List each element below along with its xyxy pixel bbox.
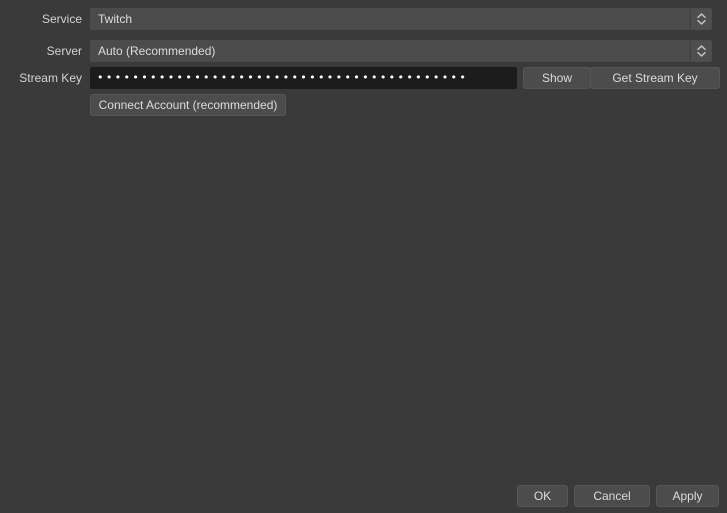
apply-button[interactable]: Apply [656,485,719,507]
ok-button[interactable]: OK [517,485,568,507]
stream-key-row: Stream Key •••••••••••••••••••••••••••••… [0,67,727,89]
stream-key-masked-value: ••••••••••••••••••••••••••••••••••••••••… [97,71,469,84]
stream-key-input[interactable]: ••••••••••••••••••••••••••••••••••••••••… [90,67,517,89]
server-combobox-value: Auto (Recommended) [98,44,216,58]
server-row: Server Auto (Recommended) [0,40,727,62]
server-combobox[interactable]: Auto (Recommended) [90,40,712,62]
service-combobox-value: Twitch [98,12,133,26]
connect-account-button[interactable]: Connect Account (recommended) [90,94,286,116]
chevron-up-down-icon[interactable] [690,9,711,29]
connect-account-row: Connect Account (recommended) [0,94,727,116]
service-combobox[interactable]: Twitch [90,8,712,30]
service-label: Service [41,12,82,26]
stream-key-label: Stream Key [19,71,82,85]
stream-settings-panel: Service Twitch Server Auto (Recommended) [0,0,727,513]
cancel-button[interactable]: Cancel [574,485,650,507]
chevron-up-down-icon[interactable] [690,41,711,61]
service-row: Service Twitch [0,8,727,30]
get-stream-key-button[interactable]: Get Stream Key [590,67,720,89]
dialog-button-box: OK Cancel Apply [0,485,727,507]
server-label: Server [46,44,82,58]
show-stream-key-button[interactable]: Show [523,67,591,89]
